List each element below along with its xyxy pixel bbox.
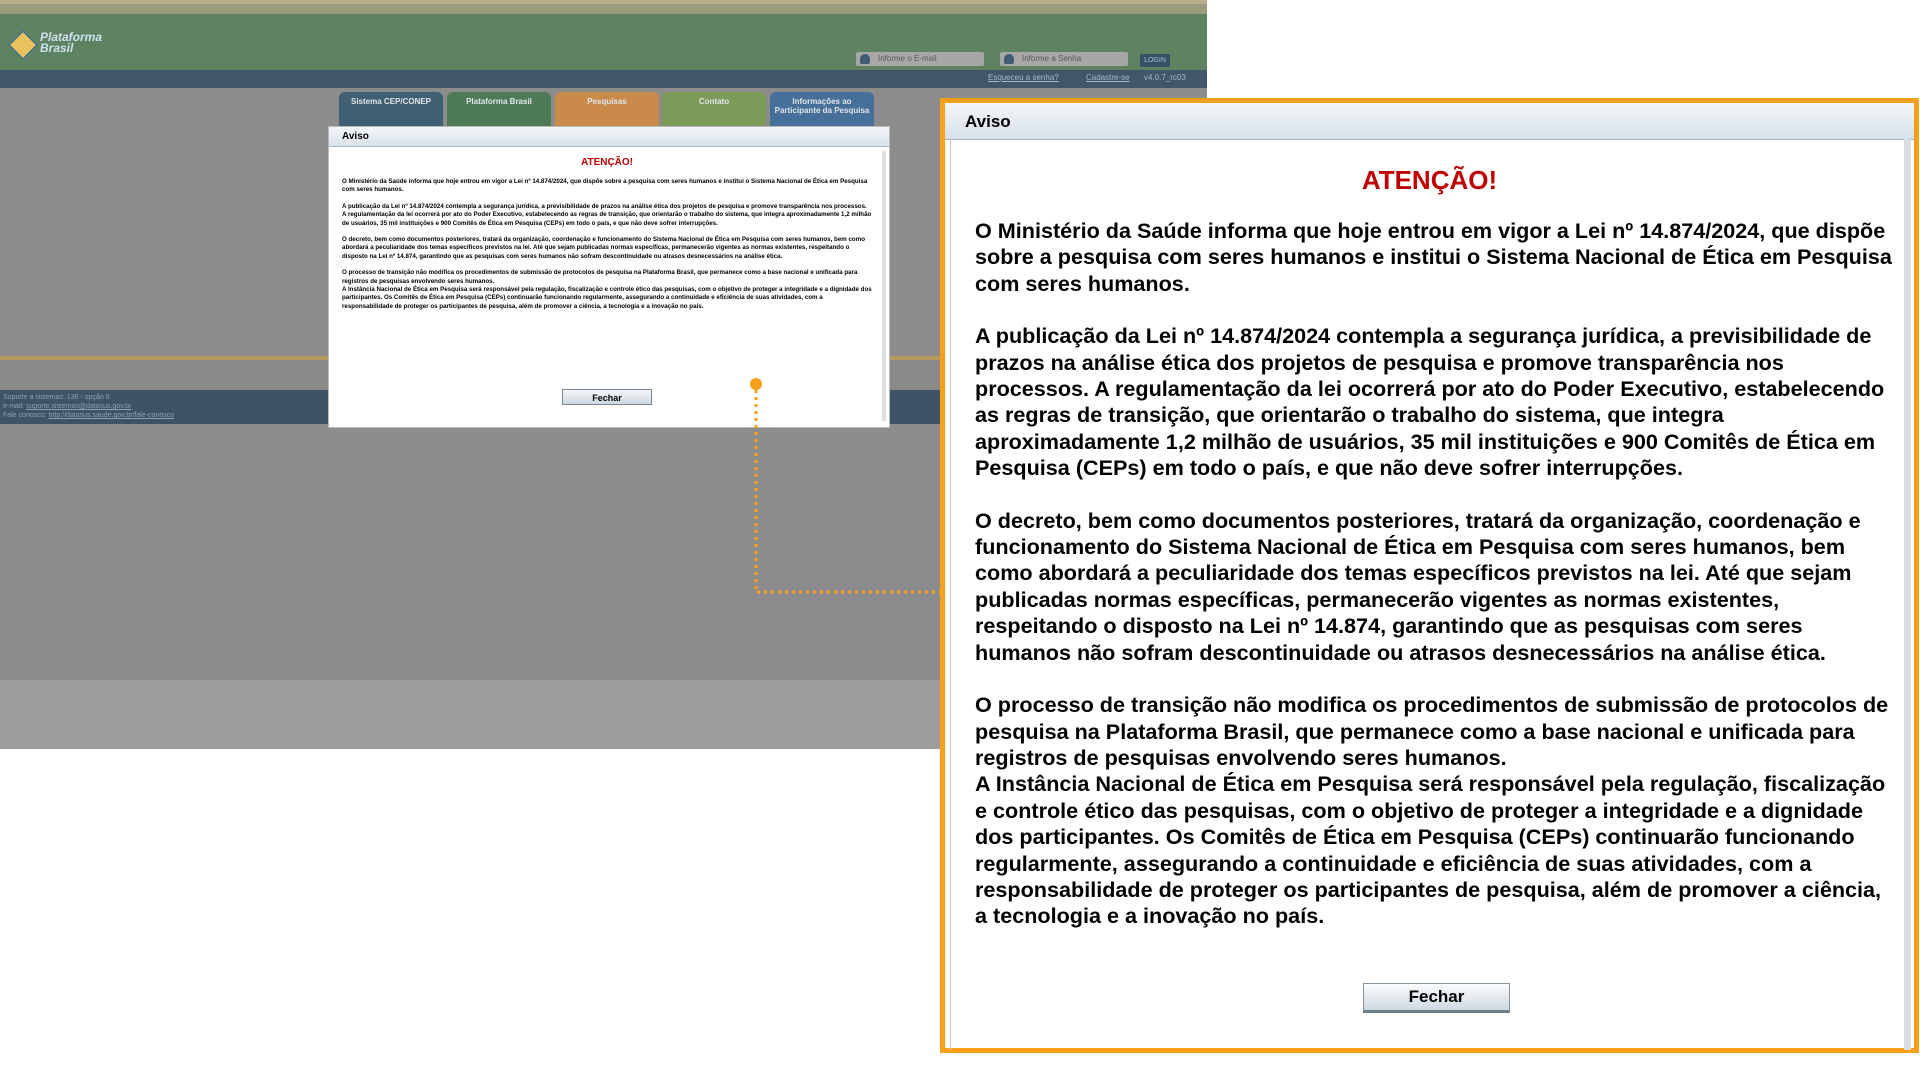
zoom-modal-paragraph: O Ministério da Saúde informa que hoje e… — [975, 218, 1892, 296]
email-field[interactable]: Informe o E-mail — [856, 52, 984, 66]
notice-modal-small: Aviso ATENÇÃO! O Ministério da Saúde inf… — [328, 126, 890, 428]
lock-icon — [1004, 54, 1014, 64]
close-button[interactable]: Fechar — [562, 389, 652, 405]
zoom-modal-paragraph: O processo de transição não modifica os … — [975, 692, 1889, 929]
register-link[interactable]: Cadastre-se — [1086, 73, 1130, 82]
site-header: Plataforma Brasil Informe o E-mail Infor… — [0, 0, 1207, 78]
nav-tab[interactable]: Informações ao Participante da Pesquisa — [770, 92, 874, 130]
zoom-modal-title: ATENÇÃO! — [1361, 165, 1498, 195]
footer-support: Suporte a sistemas: 136 - opção 8 — [3, 394, 110, 401]
zoom-modal-body: O Ministério da Saúde informa que hoje e… — [975, 218, 1895, 956]
email-placeholder: Informe o E-mail — [878, 54, 937, 63]
zoom-modal-header-label: Aviso — [965, 112, 1011, 131]
password-field[interactable]: Informe a Senha — [1000, 52, 1128, 66]
logo-text: Plataforma Brasil — [40, 30, 103, 55]
password-placeholder: Informe a Senha — [1022, 54, 1082, 63]
zoom-modal-paragraph: O decreto, bem como documentos posterior… — [975, 507, 1861, 665]
zoom-modal-paragraph: A publicação da Lei nº 14.874/2024 conte… — [975, 323, 1885, 481]
modal-paragraph: O decreto, bem como documentos posterior… — [342, 236, 865, 260]
modal-paragraph: A publicação da Lei nº 14.874/2024 conte… — [342, 202, 872, 227]
site-logo[interactable]: Plataforma Brasil — [8, 30, 118, 60]
zoom-modal-header: Aviso — [945, 103, 1914, 140]
notice-modal-zoom: Aviso ATENÇÃO! O Ministério da Saúde inf… — [940, 98, 1919, 1053]
header-subbar: Esqueceu a senha? Cadastre-se v4.0.7_rc0… — [0, 70, 1207, 88]
nav-tab[interactable]: Contato — [662, 92, 766, 130]
footer-contact-label: Fale conosco: — [3, 412, 47, 419]
modal-header: Aviso — [329, 127, 889, 147]
header-stripe — [0, 4, 1207, 14]
modal-paragraph: O processo de transição não modifica os … — [342, 269, 872, 310]
login-button[interactable]: LOGIN — [1140, 54, 1170, 67]
modal-title: ATENÇÃO! — [580, 157, 634, 168]
footer-email: e-mail: suporte.sistemas@datasus.gov.br — [3, 403, 131, 410]
footer-contact-link[interactable]: http://datasus.saude.gov.br/fale-conosco — [49, 412, 175, 419]
logo-mark-icon — [8, 30, 38, 60]
footer-contact: Fale conosco: http://datasus.saude.gov.b… — [3, 412, 174, 419]
nav-tab[interactable]: Plataforma Brasil — [447, 92, 551, 130]
version-label: v4.0.7_rc03 — [1144, 73, 1186, 82]
modal-scrollbar[interactable] — [882, 151, 886, 421]
zoom-close-button[interactable]: Fechar — [1363, 983, 1510, 1013]
footer-email-label: e-mail: — [3, 403, 25, 410]
forgot-password-link[interactable]: Esqueceu a senha? — [988, 73, 1059, 82]
user-icon — [860, 54, 870, 64]
nav-tab[interactable]: Sistema CEP/CONEP — [339, 92, 443, 130]
footer-email-link[interactable]: suporte.sistemas@datasus.gov.br — [26, 403, 131, 410]
nav-tab[interactable]: Pesquisas — [555, 92, 659, 130]
modal-body: ATENÇÃO! O Ministério da Saúde informa q… — [342, 157, 872, 319]
modal-paragraph: O Ministério da Saúde informa que hoje e… — [342, 178, 868, 194]
